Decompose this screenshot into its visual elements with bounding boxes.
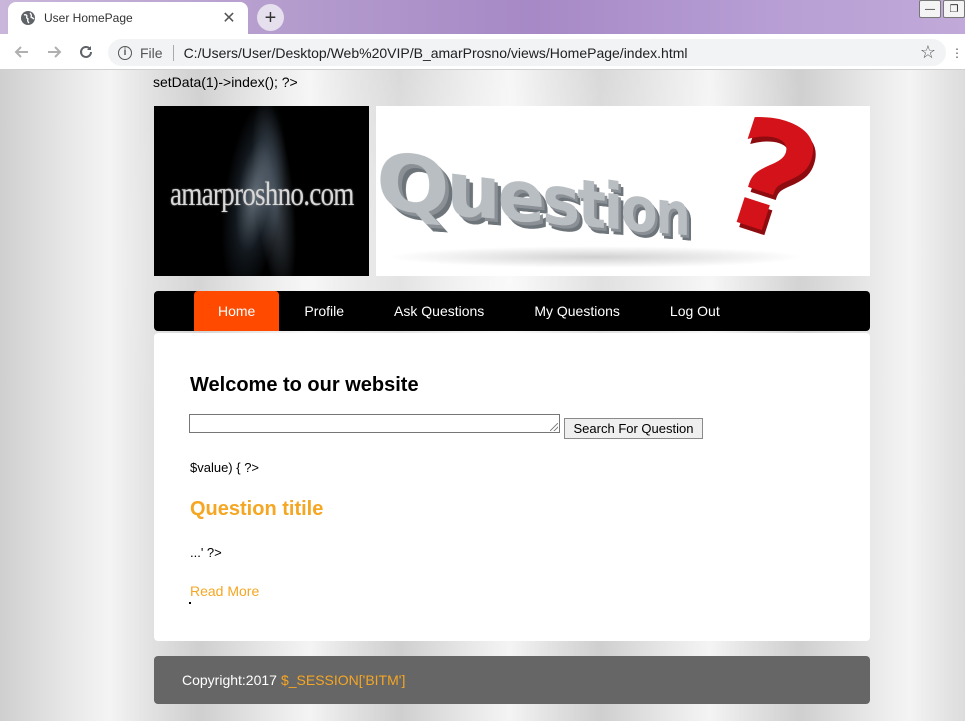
question-title[interactable]: Question titile xyxy=(190,498,323,521)
address-bar[interactable]: i File C:/Users/User/Desktop/Web%20VIP/B… xyxy=(108,39,946,66)
minimize-button[interactable]: — xyxy=(919,0,941,18)
url-text[interactable]: C:/Users/User/Desktop/Web%20VIP/B_amarPr… xyxy=(184,45,920,61)
question-mark-icon: ? xyxy=(701,106,838,276)
reload-icon[interactable] xyxy=(76,42,96,62)
tab-strip: User HomePage ✕ + — ❐ xyxy=(0,0,965,34)
restore-button[interactable]: ❐ xyxy=(943,0,965,18)
question-excerpt: ...' ?> xyxy=(190,545,222,560)
browser-toolbar: i File C:/Users/User/Desktop/Web%20VIP/B… xyxy=(0,34,965,70)
window-controls: — ❐ xyxy=(917,0,965,18)
info-icon[interactable]: i xyxy=(118,45,132,60)
main-nav: Home Profile Ask Questions My Questions … xyxy=(154,291,870,331)
banner-question-word: Question xyxy=(376,134,689,250)
raw-php-text: setData(1)->index(); ?> xyxy=(153,74,298,90)
question-banner-image: Question ? xyxy=(376,106,870,276)
menu-dots-icon[interactable]: ⋮ xyxy=(951,46,963,60)
address-scheme-label: File xyxy=(140,44,163,61)
tab-close-icon[interactable]: ✕ xyxy=(220,8,238,28)
resize-grip-icon[interactable] xyxy=(550,423,558,431)
search-button[interactable]: Search For Question xyxy=(564,418,703,439)
nav-profile[interactable]: Profile xyxy=(279,291,369,331)
site-logo-text: amarproshno.com xyxy=(170,176,354,213)
footer: Copyright:2017 $_SESSION['BITM'] xyxy=(154,656,870,704)
tab-title: User HomePage xyxy=(44,11,133,25)
stray-dot xyxy=(189,602,191,604)
raw-php-loop-text: $value) { ?> xyxy=(190,460,260,475)
nav-ask-questions[interactable]: Ask Questions xyxy=(369,291,509,331)
nav-home[interactable]: Home xyxy=(194,291,280,331)
address-divider xyxy=(172,44,174,61)
globe-icon xyxy=(21,11,35,25)
search-input[interactable] xyxy=(189,414,560,433)
site-logo-banner: amarproshno.com xyxy=(154,106,369,276)
welcome-heading: Welcome to our website xyxy=(190,374,419,396)
main-content: Welcome to our website Search For Questi… xyxy=(154,333,870,641)
forward-icon[interactable] xyxy=(44,42,64,62)
nav-my-questions[interactable]: My Questions xyxy=(509,291,645,331)
nav-log-out[interactable]: Log Out xyxy=(645,291,745,331)
footer-session-text: $_SESSION['BITM'] xyxy=(280,672,406,688)
back-icon[interactable] xyxy=(12,42,32,62)
new-tab-button[interactable]: + xyxy=(257,4,284,31)
read-more-link[interactable]: Read More xyxy=(190,583,259,599)
footer-copyright: Copyright:2017 xyxy=(182,672,277,688)
star-icon[interactable]: ☆ xyxy=(920,42,936,63)
page-viewport: setData(1)->index(); ?> amarproshno.com … xyxy=(0,70,965,721)
browser-tab[interactable]: User HomePage ✕ xyxy=(8,2,248,34)
